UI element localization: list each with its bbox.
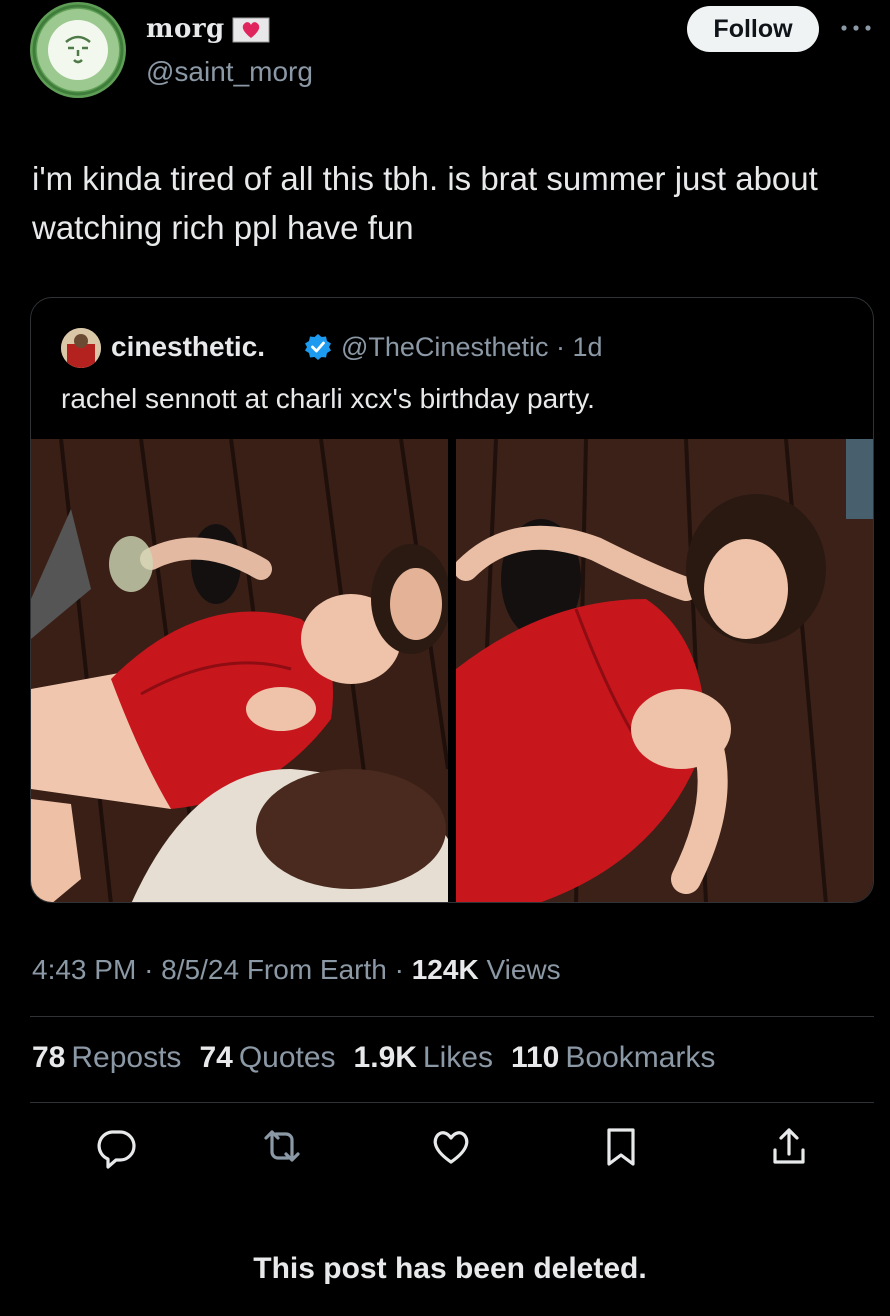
reposts-count: 78 xyxy=(32,1041,66,1074)
action-bar xyxy=(0,1122,890,1178)
author-handle[interactable]: @saint_morg xyxy=(146,56,313,88)
bookmarks-count: 110 xyxy=(510,1041,560,1074)
meta-separator: · xyxy=(144,954,162,985)
verified-badge-icon xyxy=(305,334,331,360)
author-display-name[interactable]: morg xyxy=(146,14,225,44)
quoted-post[interactable]: cinesthetic. @TheCinesthetic · 1d rachel… xyxy=(30,297,874,903)
quoted-author-handle[interactable]: @TheCinesthetic xyxy=(341,332,549,362)
repost-button[interactable] xyxy=(258,1122,306,1170)
quoted-photo-right[interactable] xyxy=(456,439,873,902)
views-count: 124K xyxy=(411,954,479,985)
share-icon xyxy=(773,1128,805,1164)
views-label: Views xyxy=(486,954,561,985)
bookmark-icon xyxy=(607,1128,635,1166)
author-avatar[interactable] xyxy=(30,2,126,98)
like-button[interactable] xyxy=(427,1122,475,1170)
reply-button[interactable] xyxy=(92,1122,140,1170)
reposts-stat[interactable]: 78 Reposts xyxy=(32,1041,181,1075)
post-date[interactable]: 8/5/24 xyxy=(161,954,239,985)
meta-separator: · xyxy=(394,954,412,985)
quoted-author-name[interactable]: cinesthetic. xyxy=(111,331,265,363)
quoted-post-text: rachel sennott at charli xcx's birthday … xyxy=(61,383,595,414)
post-time[interactable]: 4:43 PM xyxy=(32,954,136,985)
divider xyxy=(30,1102,874,1103)
quoted-post-age[interactable]: 1d xyxy=(573,332,603,362)
tweet-text: i'm kinda tired of all this tbh. is brat… xyxy=(32,160,818,246)
likes-count: 1.9K xyxy=(353,1041,417,1074)
share-button[interactable] xyxy=(765,1122,813,1170)
likes-label: Likes xyxy=(422,1041,493,1074)
bookmarks-label: Bookmarks xyxy=(565,1041,716,1074)
separator-dot: · xyxy=(556,332,566,362)
heart-envelope-icon xyxy=(232,17,270,43)
quoted-photo-left[interactable] xyxy=(31,439,448,902)
post-source: From Earth xyxy=(246,954,387,985)
quotes-count: 74 xyxy=(199,1041,233,1074)
reposts-label: Reposts xyxy=(71,1041,182,1074)
quoted-author-avatar[interactable] xyxy=(61,328,101,368)
post-header: morg @saint_morg Follow xyxy=(0,0,890,110)
bookmark-button[interactable] xyxy=(597,1122,645,1170)
quotes-label: Quotes xyxy=(238,1041,336,1074)
likes-stat[interactable]: 1.9K Likes xyxy=(354,1041,493,1075)
bookmarks-stat[interactable]: 110 Bookmarks xyxy=(511,1041,715,1075)
follow-button[interactable]: Follow xyxy=(687,6,819,52)
more-dots-icon[interactable] xyxy=(836,18,876,38)
engagement-stats: 78 Reposts 74 Quotes 1.9K Likes 110 Bookmark… xyxy=(32,1041,715,1075)
deleted-notice: This post has been deleted. xyxy=(253,1252,647,1285)
quoted-author-handle-line: @TheCinesthetic · 1d xyxy=(341,332,603,363)
repost-icon xyxy=(264,1130,300,1162)
like-icon xyxy=(433,1131,469,1164)
post-meta: 4:43 PM · 8/5/24 From Earth · 124K Views xyxy=(32,954,561,986)
quotes-stat[interactable]: 74 Quotes xyxy=(199,1041,335,1075)
reply-icon xyxy=(97,1130,136,1169)
divider xyxy=(30,1016,874,1017)
